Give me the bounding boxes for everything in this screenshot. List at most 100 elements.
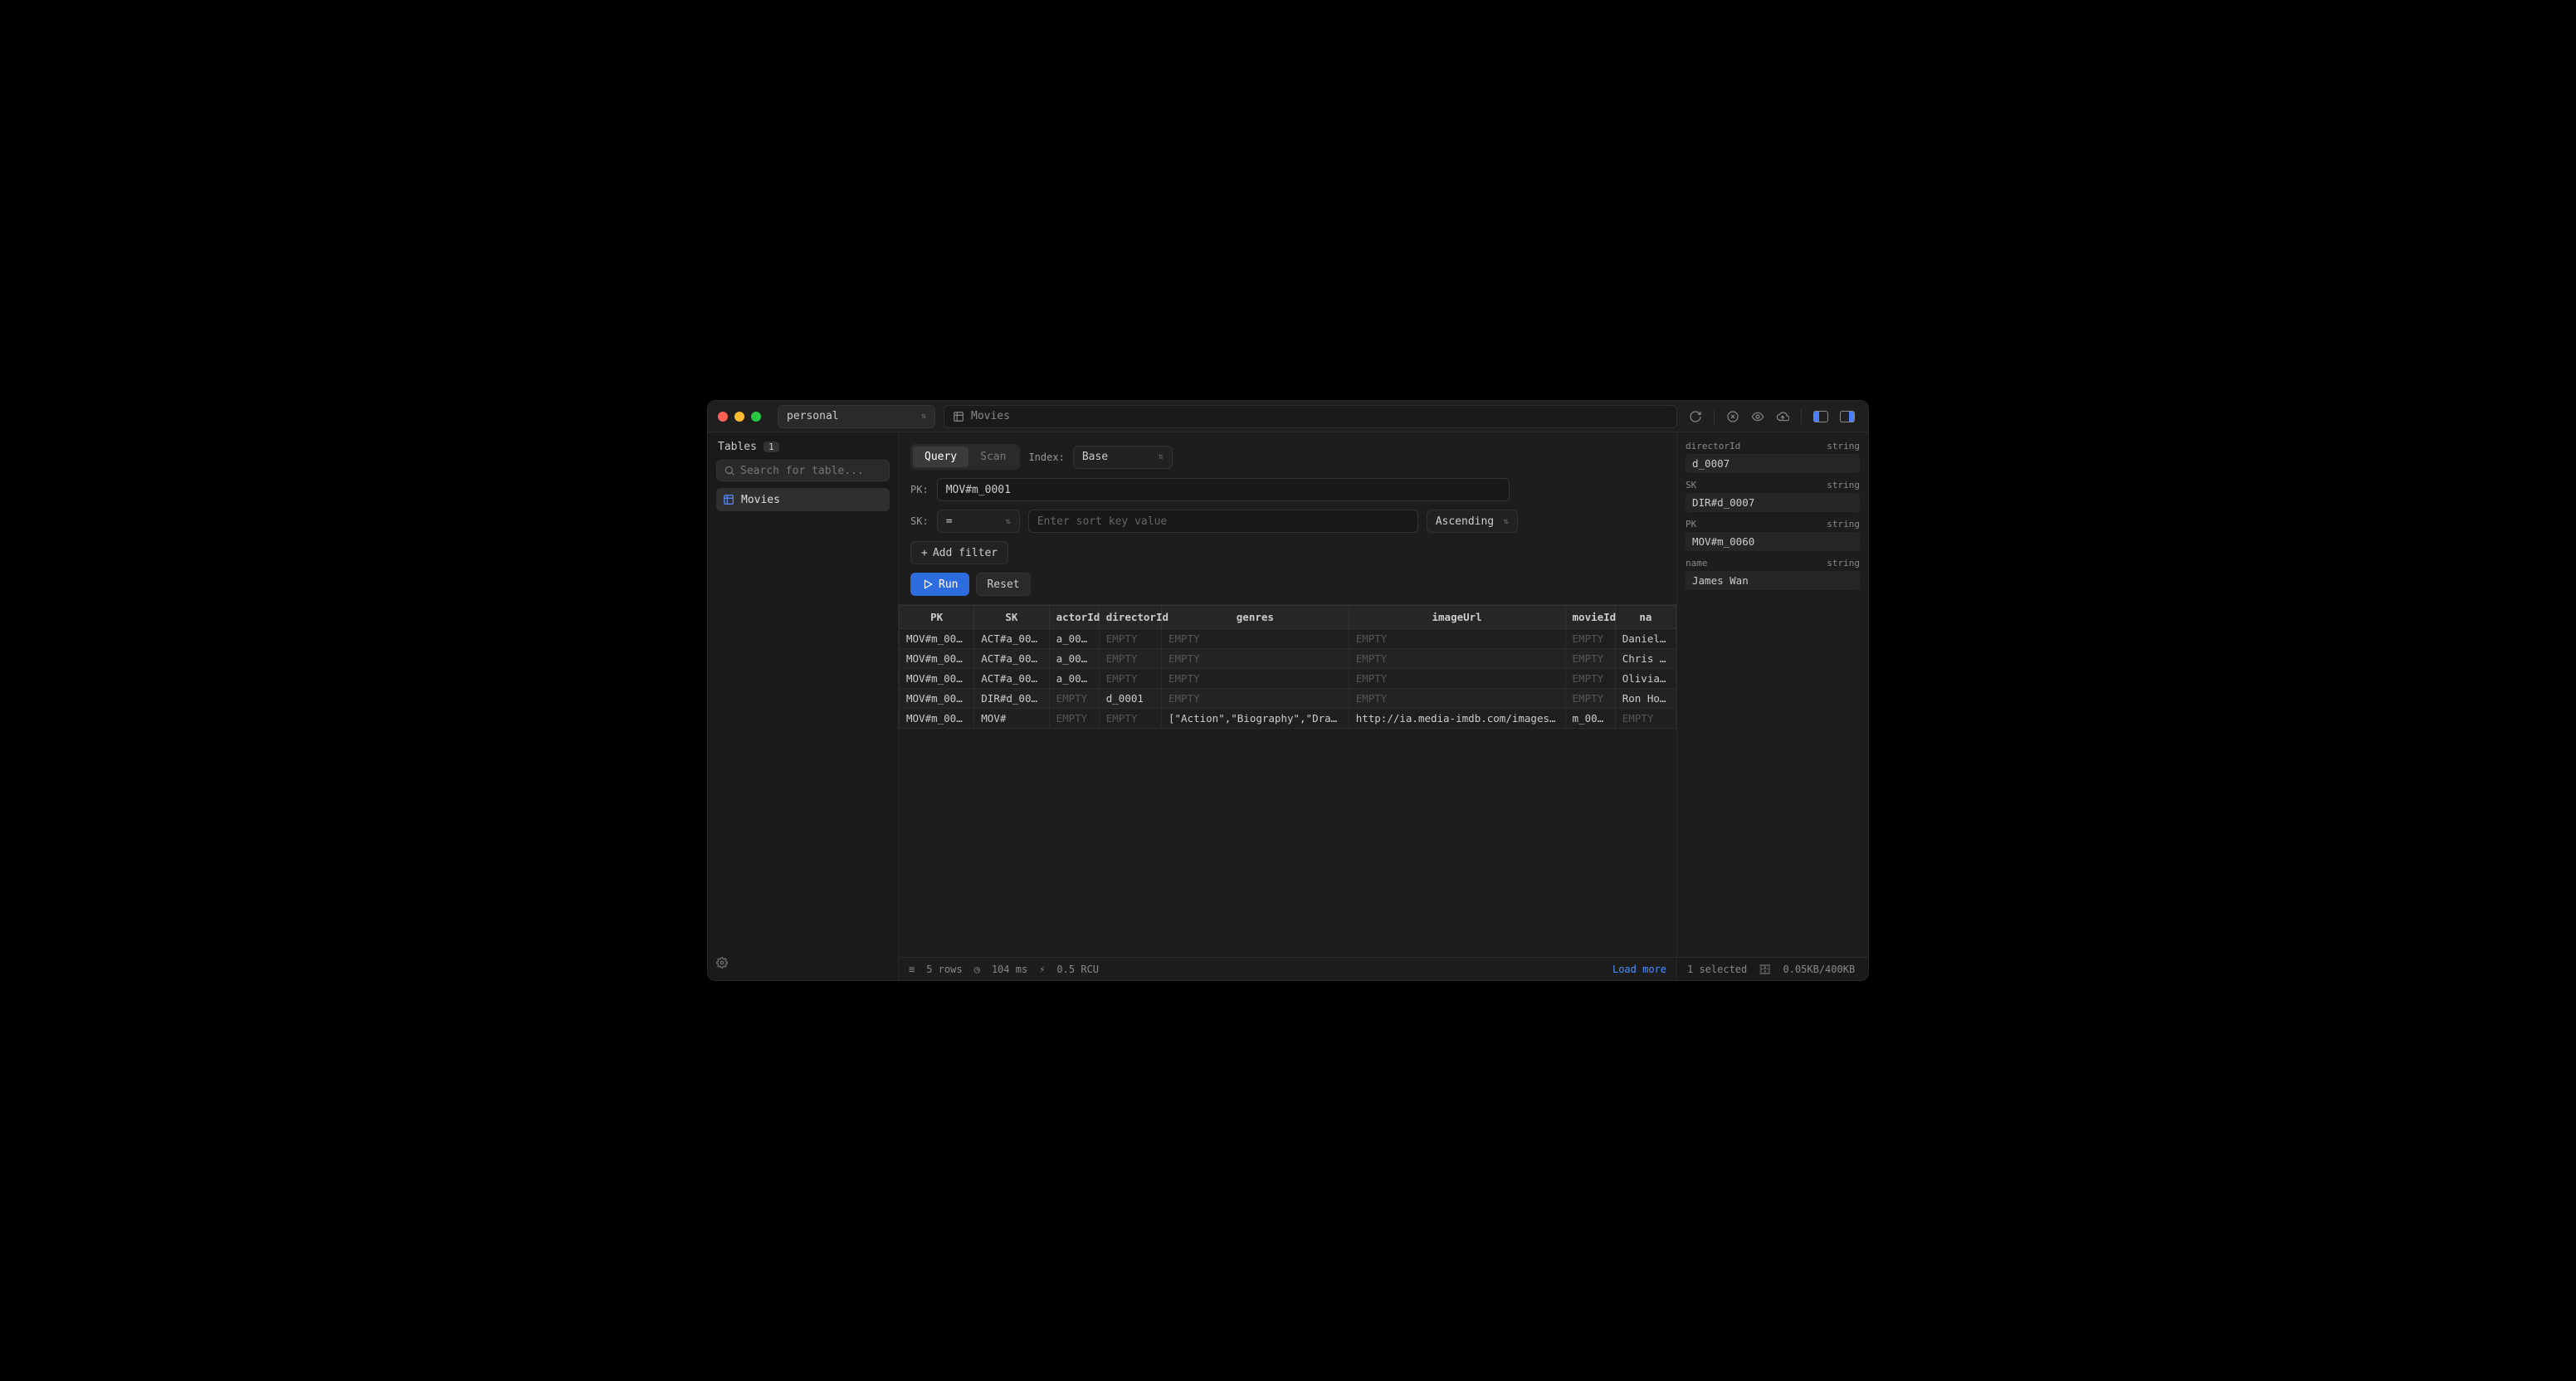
table-cell[interactable]: MOV#m_0001: [900, 689, 974, 709]
table-cell[interactable]: EMPTY: [1161, 649, 1349, 669]
table-cell[interactable]: EMPTY: [1161, 669, 1349, 689]
index-select[interactable]: Base ⇅: [1073, 446, 1173, 469]
pk-input[interactable]: [937, 478, 1510, 501]
column-header[interactable]: movieId: [1565, 606, 1615, 629]
table-cell[interactable]: EMPTY: [1049, 709, 1099, 729]
table-cell[interactable]: MOV#: [974, 709, 1049, 729]
cloud-upload-icon[interactable]: [1776, 410, 1789, 423]
profile-select[interactable]: personal ⇅: [778, 405, 935, 428]
table-cell[interactable]: EMPTY: [1349, 689, 1565, 709]
sidebar: Tables 1 Movies: [708, 432, 899, 980]
window-controls: [718, 412, 761, 422]
table-cell[interactable]: ACT#a_0002: [974, 649, 1049, 669]
eye-icon[interactable]: [1751, 410, 1764, 423]
table-cell[interactable]: EMPTY: [1615, 709, 1676, 729]
table-cell[interactable]: Ron Howa: [1615, 689, 1676, 709]
table-cell[interactable]: ACT#a_0001: [974, 629, 1049, 649]
cancel-icon[interactable]: [1726, 410, 1739, 423]
list-icon: ≡: [909, 964, 915, 975]
table-cell[interactable]: EMPTY: [1099, 669, 1161, 689]
table-cell[interactable]: ["Action","Biography","Drama"…: [1161, 709, 1349, 729]
run-button[interactable]: Run: [910, 573, 969, 596]
index-value: Base: [1082, 451, 1108, 463]
table-cell[interactable]: ACT#a_0003: [974, 669, 1049, 689]
field-value[interactable]: DIR#d_0007: [1686, 493, 1860, 512]
table-cell[interactable]: MOV#m_0001: [900, 649, 974, 669]
table-cell[interactable]: EMPTY: [1099, 709, 1161, 729]
table-row[interactable]: MOV#m_0001ACT#a_0001a_0001EMPTYEMPTYEMPT…: [900, 629, 1676, 649]
field-value[interactable]: d_0007: [1686, 454, 1860, 473]
reset-button[interactable]: Reset: [976, 573, 1030, 596]
table-cell[interactable]: EMPTY: [1349, 649, 1565, 669]
table-cell[interactable]: DIR#d_0001: [974, 689, 1049, 709]
field-type: string: [1827, 441, 1860, 451]
close-window[interactable]: [718, 412, 728, 422]
column-header[interactable]: genres: [1161, 606, 1349, 629]
db-icon: 🗄: [1759, 964, 1771, 975]
sidebar-table-item[interactable]: Movies: [716, 488, 890, 511]
table-cell[interactable]: EMPTY: [1161, 689, 1349, 709]
table-search[interactable]: [716, 460, 890, 481]
column-header[interactable]: na: [1615, 606, 1676, 629]
column-header[interactable]: PK: [900, 606, 974, 629]
sk-input[interactable]: [1028, 510, 1418, 533]
sk-operator-value: =: [946, 515, 953, 528]
table-cell[interactable]: EMPTY: [1565, 629, 1615, 649]
table-cell[interactable]: EMPTY: [1049, 689, 1099, 709]
table-cell[interactable]: MOV#m_0001: [900, 709, 974, 729]
table-cell[interactable]: d_0001: [1099, 689, 1161, 709]
minimize-window[interactable]: [734, 412, 744, 422]
table-cell[interactable]: a_0003: [1049, 669, 1099, 689]
table-cell[interactable]: MOV#m_0001: [900, 669, 974, 689]
table-cell[interactable]: EMPTY: [1099, 629, 1161, 649]
table-cell[interactable]: a_0001: [1049, 629, 1099, 649]
breadcrumb-bar[interactable]: Movies: [944, 405, 1677, 428]
column-header[interactable]: imageUrl: [1349, 606, 1565, 629]
table-cell[interactable]: EMPTY: [1349, 669, 1565, 689]
table-cell[interactable]: EMPTY: [1099, 649, 1161, 669]
load-more-link[interactable]: Load more: [1612, 964, 1666, 975]
table-search-input[interactable]: [740, 465, 882, 477]
left-panel-toggle[interactable]: [1813, 411, 1828, 422]
profile-label: personal: [787, 410, 839, 422]
column-header[interactable]: directorId: [1099, 606, 1161, 629]
table-cell[interactable]: m_0001: [1565, 709, 1615, 729]
table-cell[interactable]: Daniel B: [1615, 629, 1676, 649]
table-cell[interactable]: Olivia W: [1615, 669, 1676, 689]
table-cell[interactable]: EMPTY: [1565, 649, 1615, 669]
table-cell[interactable]: EMPTY: [1565, 669, 1615, 689]
order-select[interactable]: Ascending ⇅: [1427, 510, 1518, 533]
mode-segmented: Query Scan: [910, 444, 1020, 470]
chevron-updown-icon: ⇅: [1504, 517, 1509, 526]
inspector-field: SKstringDIR#d_0007: [1686, 480, 1860, 512]
table-header-row: PKSKactorIddirectorIdgenresimageUrlmovie…: [900, 606, 1676, 629]
table-cell[interactable]: Chris He: [1615, 649, 1676, 669]
right-panel-toggle[interactable]: [1840, 411, 1855, 422]
status-time: 104 ms: [992, 964, 1027, 975]
table-row[interactable]: MOV#m_0001DIR#d_0001EMPTYd_0001EMPTYEMPT…: [900, 689, 1676, 709]
field-key: directorId: [1686, 441, 1740, 451]
table-row[interactable]: MOV#m_0001ACT#a_0002a_0002EMPTYEMPTYEMPT…: [900, 649, 1676, 669]
add-filter-button[interactable]: + Add filter: [910, 541, 1008, 564]
table-row[interactable]: MOV#m_0001ACT#a_0003a_0003EMPTYEMPTYEMPT…: [900, 669, 1676, 689]
table-cell[interactable]: MOV#m_0001: [900, 629, 974, 649]
table-cell[interactable]: EMPTY: [1349, 629, 1565, 649]
column-header[interactable]: SK: [974, 606, 1049, 629]
field-value[interactable]: James Wan: [1686, 571, 1860, 590]
table-cell[interactable]: EMPTY: [1161, 629, 1349, 649]
add-filter-label: Add filter: [933, 547, 998, 559]
column-header[interactable]: actorId: [1049, 606, 1099, 629]
table-cell[interactable]: a_0002: [1049, 649, 1099, 669]
sk-operator-select[interactable]: = ⇅: [937, 510, 1020, 533]
table-row[interactable]: MOV#m_0001MOV#EMPTYEMPTY["Action","Biogr…: [900, 709, 1676, 729]
refresh-icon[interactable]: [1689, 410, 1702, 423]
table-cell[interactable]: EMPTY: [1565, 689, 1615, 709]
mode-query-button[interactable]: Query: [913, 447, 968, 467]
search-icon: [724, 465, 735, 476]
table-cell[interactable]: http://ia.media-imdb.com/images/M/…: [1349, 709, 1565, 729]
field-value[interactable]: MOV#m_0060: [1686, 532, 1860, 551]
zoom-window[interactable]: [751, 412, 761, 422]
mode-scan-button[interactable]: Scan: [968, 447, 1017, 467]
gear-icon[interactable]: [716, 957, 728, 969]
results-table-wrap[interactable]: PKSKactorIddirectorIdgenresimageUrlmovie…: [899, 605, 1676, 957]
